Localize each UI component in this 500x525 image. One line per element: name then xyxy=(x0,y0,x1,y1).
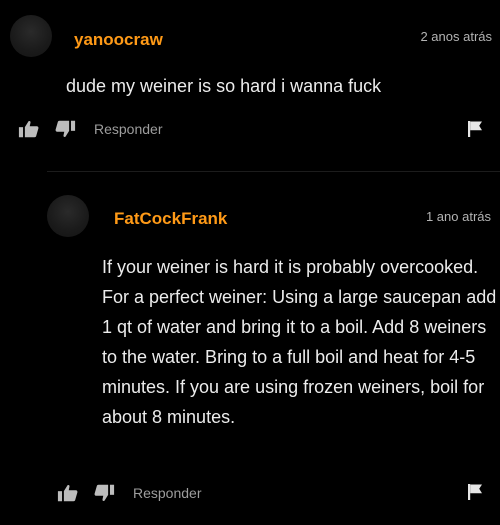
comment: yanoocraw 2 anos atrás dude my weiner is… xyxy=(0,0,500,160)
comment-username[interactable]: yanoocraw xyxy=(74,30,163,50)
avatar[interactable] xyxy=(10,15,52,57)
reply-button[interactable]: Responder xyxy=(94,121,163,137)
comment-text: If your weiner is hard it is probably ov… xyxy=(102,257,497,427)
comment-timestamp: 2 anos atrás xyxy=(420,29,492,44)
comment-actions: Responder xyxy=(57,482,202,504)
comment-text: dude my weiner is so hard i wanna fuck xyxy=(66,76,382,96)
divider xyxy=(47,171,500,172)
flag-icon[interactable] xyxy=(466,120,484,138)
comment-thread: yanoocraw 2 anos atrás dude my weiner is… xyxy=(0,0,500,525)
comment-actions: Responder xyxy=(18,118,163,140)
thumbs-up-icon[interactable] xyxy=(57,482,79,504)
avatar[interactable] xyxy=(47,195,89,237)
flag-icon[interactable] xyxy=(466,483,484,501)
thumbs-down-icon[interactable] xyxy=(93,482,115,504)
reply-button[interactable]: Responder xyxy=(133,485,202,501)
comment-timestamp: 1 ano atrás xyxy=(425,209,491,224)
comment-username[interactable]: FatCockFrank xyxy=(114,209,227,229)
thumbs-up-icon[interactable] xyxy=(18,118,40,140)
thumbs-down-icon[interactable] xyxy=(54,118,76,140)
